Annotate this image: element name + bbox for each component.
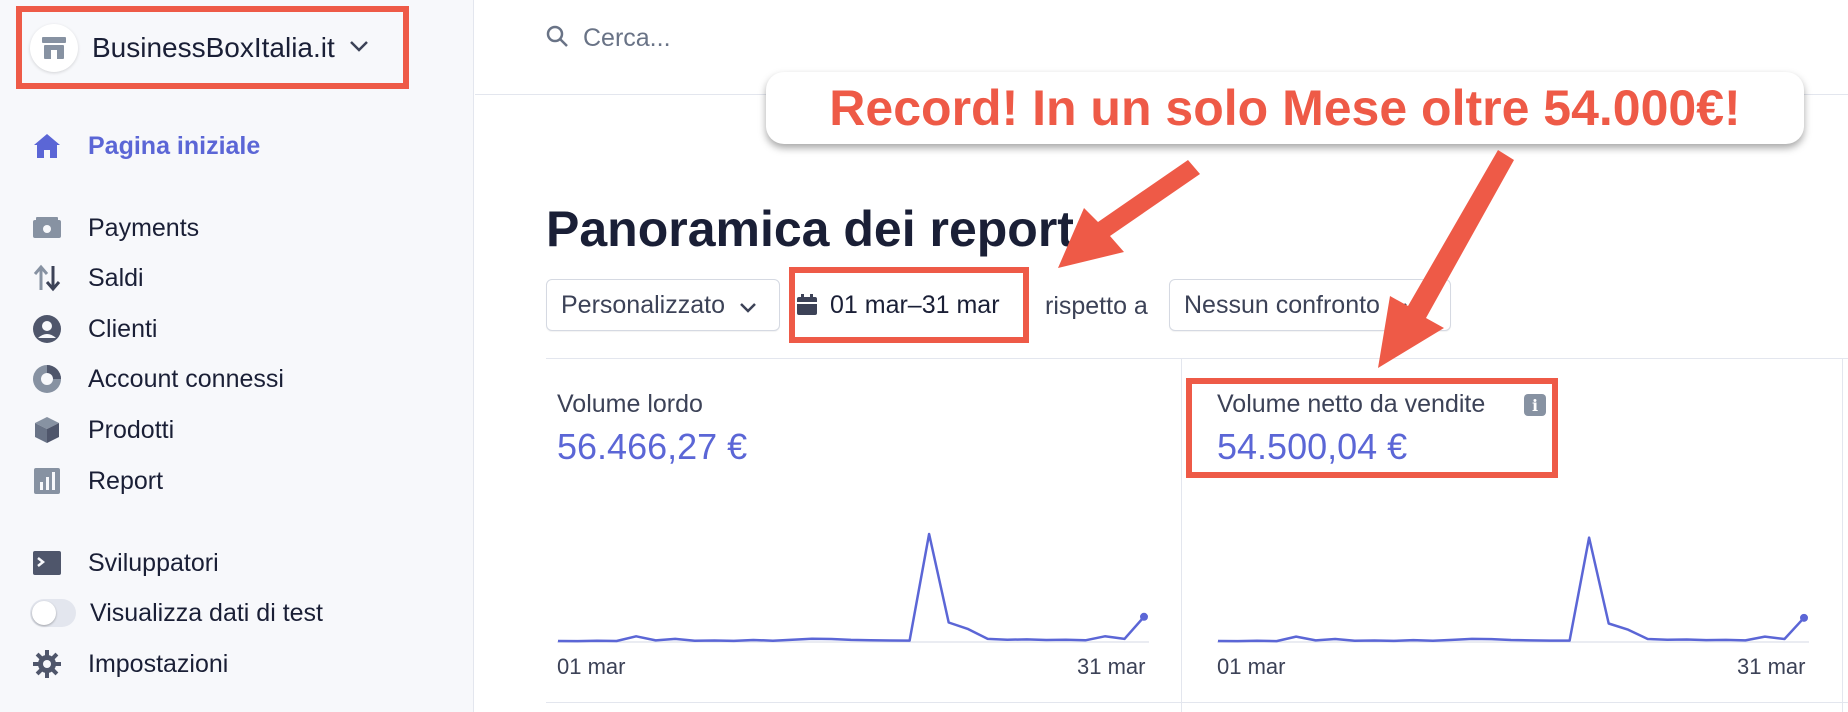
chart-last-point bbox=[1800, 613, 1808, 622]
cards-divider-vertical-right bbox=[1842, 358, 1843, 712]
cash-icon bbox=[30, 211, 64, 245]
account-switcher[interactable]: BusinessBoxItalia.it bbox=[16, 6, 409, 89]
gross-volume-label: Volume lordo bbox=[557, 390, 703, 418]
period-select[interactable]: Personalizzato bbox=[546, 279, 780, 331]
nav-item-home[interactable]: Pagina iniziale bbox=[30, 126, 260, 166]
gross-volume-x-start: 01 mar bbox=[557, 654, 626, 679]
pie-icon bbox=[30, 362, 64, 396]
cards-divider-top bbox=[546, 358, 1848, 359]
nav-label-customers: Clienti bbox=[88, 314, 158, 343]
terminal-icon bbox=[30, 546, 64, 580]
nav-item-products[interactable]: Prodotti bbox=[30, 410, 174, 450]
chart-series-line bbox=[557, 532, 1145, 643]
transfer-arrows-icon bbox=[30, 261, 64, 295]
nav-label-settings: Impostazioni bbox=[88, 649, 229, 678]
account-name: BusinessBoxItalia.it bbox=[92, 31, 335, 63]
nav-item-developers[interactable]: Sviluppatori bbox=[30, 543, 219, 583]
compare-select-label: Nessun confronto bbox=[1184, 290, 1380, 319]
nav-item-reports[interactable]: Report bbox=[30, 461, 163, 501]
page-title: Panoramica dei report bbox=[546, 201, 1074, 257]
nav-item-customers[interactable]: Clienti bbox=[30, 309, 157, 349]
chevron-down-icon bbox=[739, 291, 757, 320]
gear-icon bbox=[30, 647, 64, 681]
nav-item-payments[interactable]: Payments bbox=[30, 208, 199, 248]
nav-label-products: Prodotti bbox=[88, 415, 175, 444]
chart-last-point bbox=[1140, 612, 1148, 621]
net-volume-label: Volume netto da vendite bbox=[1217, 390, 1486, 418]
nav-item-settings[interactable]: Impostazioni bbox=[30, 644, 228, 684]
calendar-icon bbox=[796, 294, 818, 316]
info-icon[interactable]: i bbox=[1524, 394, 1546, 416]
nav-label-test-data: Visualizza dati di test bbox=[90, 598, 323, 627]
date-range-label: 01 mar–31 mar bbox=[830, 290, 1000, 319]
nav-label-connected-accounts: Account connessi bbox=[88, 364, 284, 393]
sidebar: BusinessBoxItalia.it Pagina iniziale Pay… bbox=[0, 0, 474, 712]
chart-series-line bbox=[1217, 536, 1805, 643]
chevron-down-icon bbox=[1390, 291, 1408, 320]
gross-volume-x-end: 31 mar bbox=[1077, 654, 1146, 679]
nav-label-balances: Saldi bbox=[88, 263, 144, 292]
report-icon bbox=[30, 464, 64, 498]
compare-select[interactable]: Nessun confronto bbox=[1169, 279, 1451, 331]
search-bar[interactable]: Cerca... bbox=[545, 24, 671, 53]
nav-item-test-data[interactable]: Visualizza dati di test bbox=[30, 593, 323, 633]
annotation-banner: Record! In un solo Mese oltre 54.000€! bbox=[766, 72, 1804, 144]
arrow-to-net-volume bbox=[1378, 150, 1514, 368]
nav-label-payments: Payments bbox=[88, 213, 200, 242]
gross-volume-chart[interactable] bbox=[557, 520, 1149, 645]
test-data-toggle[interactable] bbox=[30, 599, 76, 627]
date-range-picker[interactable]: 01 mar–31 mar bbox=[796, 280, 1000, 330]
home-icon bbox=[30, 129, 64, 163]
user-circle-icon bbox=[30, 312, 64, 346]
cards-divider-bottom bbox=[546, 702, 1848, 703]
nav-label-reports: Report bbox=[88, 466, 164, 495]
net-volume-value[interactable]: 54.500,04 € bbox=[1217, 426, 1407, 468]
search-input[interactable]: Cerca... bbox=[583, 24, 671, 53]
nav-label-developers: Sviluppatori bbox=[88, 548, 219, 577]
search-icon bbox=[545, 24, 569, 53]
chevron-down-icon bbox=[349, 39, 369, 57]
net-volume-x-start: 01 mar bbox=[1217, 654, 1286, 679]
cards-divider-vertical bbox=[1181, 358, 1182, 712]
box-icon bbox=[30, 413, 64, 447]
net-volume-x-end: 31 mar bbox=[1737, 654, 1806, 679]
nav-item-balances[interactable]: Saldi bbox=[30, 258, 144, 298]
store-icon bbox=[30, 23, 78, 72]
arrow-to-date-range bbox=[1058, 160, 1200, 268]
compare-label: rispetto a bbox=[1045, 292, 1148, 320]
nav-item-connected-accounts[interactable]: Account connessi bbox=[30, 359, 284, 399]
nav-label-home: Pagina iniziale bbox=[88, 131, 261, 160]
net-volume-chart[interactable] bbox=[1217, 520, 1809, 645]
gross-volume-value[interactable]: 56.466,27 € bbox=[557, 426, 747, 468]
period-select-label: Personalizzato bbox=[561, 290, 725, 319]
